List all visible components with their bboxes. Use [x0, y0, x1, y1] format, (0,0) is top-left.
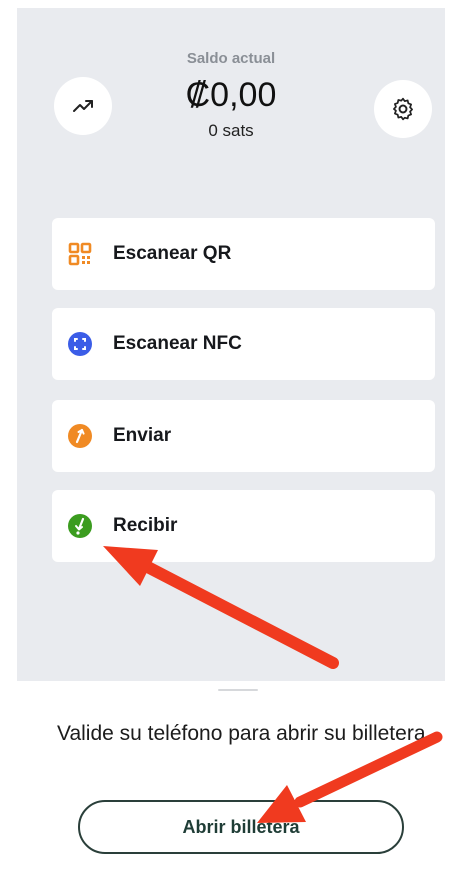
gear-icon	[393, 97, 413, 121]
sheet-drag-handle[interactable]	[218, 689, 258, 691]
wallet-panel: Saldo actual ₡0,00 0 sats Escanear QR Es…	[17, 8, 445, 681]
open-wallet-button[interactable]: Abrir billetera	[78, 800, 404, 854]
settings-button[interactable]	[374, 80, 432, 138]
nfc-scan-icon	[67, 331, 93, 357]
scan-qr-label: Escanear QR	[113, 243, 232, 264]
validate-phone-message: Valide su teléfono para abrir su billete…	[57, 722, 426, 745]
balance-label: Saldo actual	[186, 50, 276, 67]
receive-button[interactable]: Recibir	[52, 490, 435, 562]
scan-nfc-label: Escanear NFC	[113, 333, 242, 354]
scan-qr-button[interactable]: Escanear QR	[52, 218, 435, 290]
send-button[interactable]: Enviar	[52, 400, 435, 472]
receive-label: Recibir	[113, 515, 178, 536]
scan-nfc-button[interactable]: Escanear NFC	[52, 308, 435, 380]
open-wallet-label: Abrir billetera	[182, 816, 300, 837]
receive-icon	[67, 513, 93, 539]
qr-code-icon	[67, 241, 93, 267]
send-icon	[67, 423, 93, 449]
send-label: Enviar	[113, 425, 172, 446]
